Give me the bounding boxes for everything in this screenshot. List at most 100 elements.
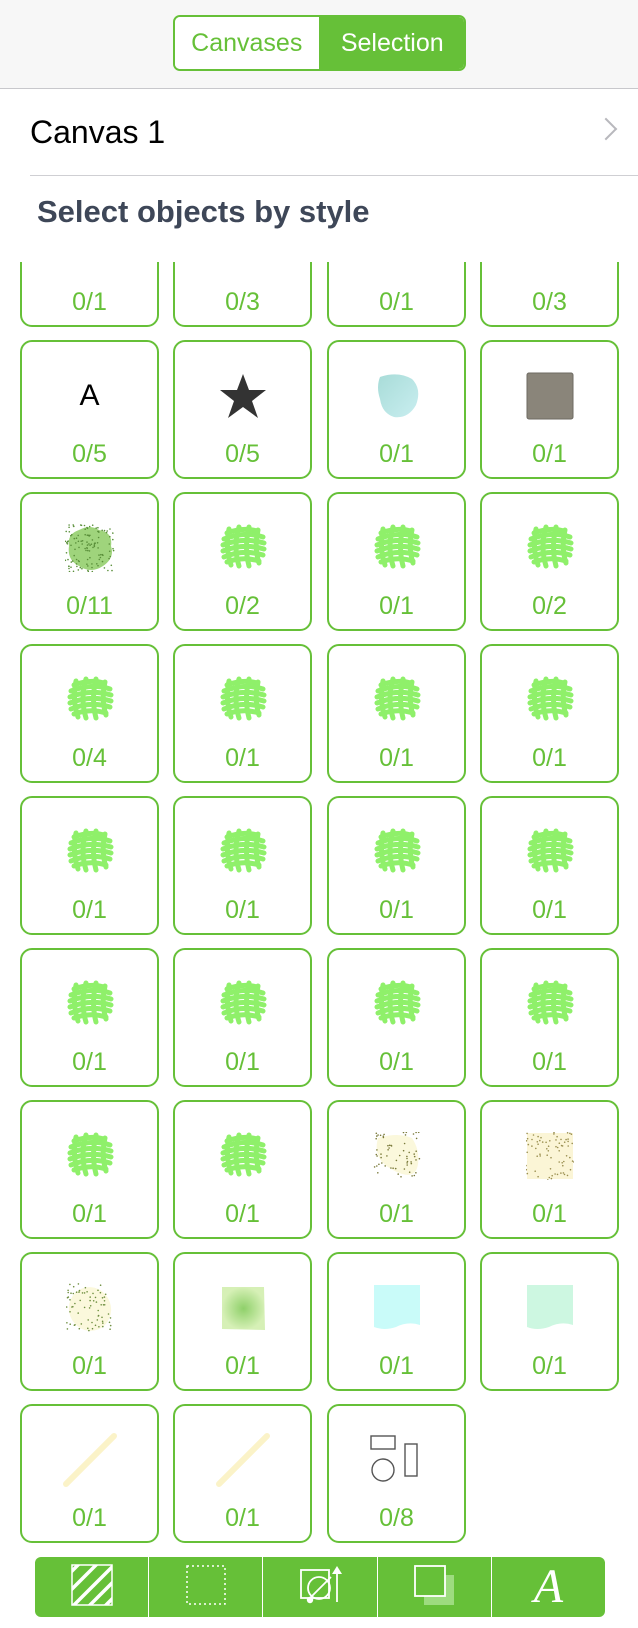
geometry-icon [297, 1562, 343, 1613]
style-preview [213, 262, 273, 274]
style-tile[interactable]: 0/1 [327, 1252, 466, 1391]
style-tile[interactable]: 0/1 [327, 948, 466, 1087]
selection-count: 0/1 [72, 896, 107, 924]
style-preview [367, 1126, 427, 1186]
style-tile[interactable]: 0/1 [20, 948, 159, 1087]
style-preview [520, 262, 580, 274]
style-tile[interactable]: 0/2 [173, 492, 312, 631]
stroke-button[interactable] [149, 1557, 264, 1617]
style-tile[interactable]: 0/1 [173, 796, 312, 935]
shadow-button[interactable] [378, 1557, 492, 1617]
selection-count: 0/1 [72, 1352, 107, 1380]
style-tile[interactable]: 0/1 [20, 1252, 159, 1391]
style-preview [60, 262, 120, 274]
style-tile[interactable]: 0/1 [480, 340, 619, 479]
selection-count: 0/1 [379, 1352, 414, 1380]
style-tile[interactable]: 0/1 [173, 1100, 312, 1239]
canvases-segment[interactable]: Canvases [175, 17, 321, 69]
gray-square-icon [526, 372, 573, 420]
style-tile[interactable]: 0/1 [20, 1404, 159, 1543]
selection-count: 0/3 [532, 288, 567, 316]
selection-segment[interactable]: Selection [320, 17, 464, 69]
navigation-bar: Canvases Selection [0, 0, 638, 89]
style-preview [367, 822, 427, 882]
selection-count: 0/11 [66, 592, 113, 620]
green-scribble-icon [66, 979, 114, 1030]
style-tile[interactable]: 0/1 [173, 1404, 312, 1543]
style-tile[interactable]: A 0/5 [20, 340, 159, 479]
mint-wave-square-icon [526, 1285, 573, 1329]
selection-count: 0/1 [72, 1504, 107, 1532]
green-scribble-icon [526, 523, 574, 574]
selection-count: 0/1 [532, 440, 567, 468]
selection-count: 0/1 [532, 1200, 567, 1228]
green-scribble-icon [219, 523, 267, 574]
selection-count: 0/1 [379, 440, 414, 468]
style-preview [213, 1278, 273, 1338]
style-tile[interactable]: 0/1 [480, 1100, 619, 1239]
style-tile[interactable]: 0/1 [327, 340, 466, 479]
style-tile[interactable]: 0/1 [20, 262, 159, 327]
style-preview [60, 974, 120, 1034]
shapes-group-icon [369, 1435, 418, 1482]
selection-count: 0/1 [72, 288, 107, 316]
fill-button[interactable] [35, 1557, 150, 1617]
selection-count: 0/1 [379, 1048, 414, 1076]
style-tile[interactable]: 0/3 [173, 262, 312, 327]
shadow-icon [412, 1563, 456, 1612]
speckled-blob-icon [373, 1132, 420, 1178]
style-tile[interactable]: 0/3 [480, 262, 619, 327]
selection-count: 0/1 [379, 896, 414, 924]
cyan-blob-icon [377, 374, 418, 418]
green-scribble-icon [526, 827, 574, 878]
style-tile[interactable]: 0/1 [480, 796, 619, 935]
selection-count: 0/5 [72, 440, 107, 468]
selection-count: 0/1 [225, 744, 260, 772]
style-preview [60, 1278, 120, 1338]
style-tile[interactable]: 0/8 [327, 1404, 466, 1543]
selection-count: 0/3 [225, 288, 260, 316]
gradient-square-icon [221, 1287, 265, 1330]
selection-count: 0/8 [379, 1504, 414, 1532]
green-scribble-icon [219, 827, 267, 878]
style-tile[interactable]: 0/1 [327, 1100, 466, 1239]
selection-count: 0/5 [225, 440, 260, 468]
style-tile[interactable]: 0/1 [480, 644, 619, 783]
style-tile[interactable]: 0/1 [20, 796, 159, 935]
style-tile[interactable]: 0/1 [327, 796, 466, 935]
green-scribble-icon [373, 827, 421, 878]
selection-count: 0/2 [225, 592, 260, 620]
canvas-row[interactable]: Canvas 1 [30, 88, 638, 176]
green-scribble-icon [66, 1131, 114, 1182]
style-tile[interactable]: 0/2 [480, 492, 619, 631]
green-scribble-icon [526, 979, 574, 1030]
style-preview [520, 822, 580, 882]
style-tile[interactable]: 0/1 [173, 644, 312, 783]
style-preview [520, 670, 580, 730]
selection-count: 0/1 [532, 1048, 567, 1076]
style-tile[interactable]: 0/1 [480, 948, 619, 1087]
green-scribble-icon [373, 979, 421, 1030]
style-tile[interactable]: 0/1 [480, 1252, 619, 1391]
selection-count: 0/1 [225, 1352, 260, 1380]
style-preview [213, 366, 273, 426]
light-cyan-wave-square-icon [373, 1285, 420, 1329]
geometry-button[interactable] [263, 1557, 378, 1617]
style-tile[interactable]: 0/1 [173, 948, 312, 1087]
canvases-selection-segmented-control[interactable]: Canvases Selection [173, 15, 466, 71]
style-tile[interactable]: 0/4 [20, 644, 159, 783]
style-preview [520, 366, 580, 426]
style-tile[interactable]: 0/11 [20, 492, 159, 631]
style-preview [367, 1278, 427, 1338]
style-grid: 0/1 0/3 0/1 0/3 A 0/5 0/5 0/1 0/1 0/11 0/2 0/1 0/… [0, 262, 638, 1550]
style-tile[interactable]: 0/1 [20, 1100, 159, 1239]
style-tile[interactable]: 0/5 [173, 340, 312, 479]
speckled-square-icon [525, 1132, 574, 1180]
style-preview [213, 670, 273, 730]
style-tile[interactable]: 0/1 [327, 644, 466, 783]
font-button[interactable]: A [492, 1557, 605, 1617]
style-tile[interactable]: 0/1 [327, 492, 466, 631]
style-preview [367, 670, 427, 730]
style-tile[interactable]: 0/1 [173, 1252, 312, 1391]
style-tile[interactable]: 0/1 [327, 262, 466, 327]
